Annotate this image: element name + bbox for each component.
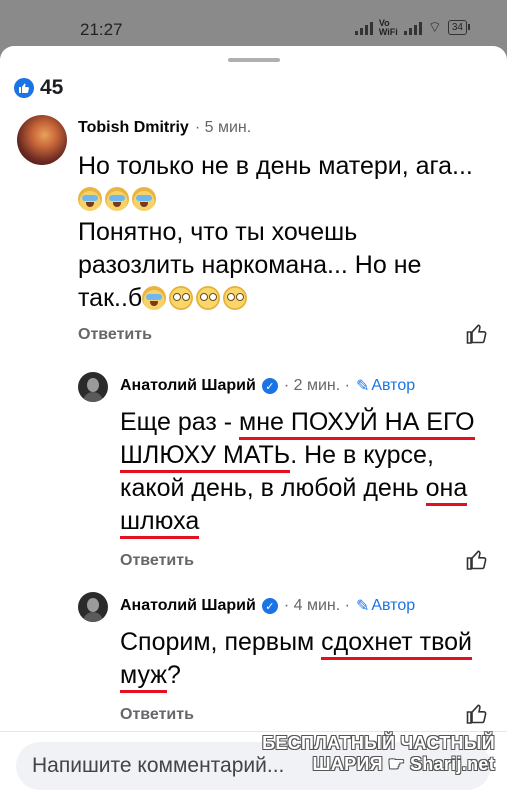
pencil-icon: ✎	[355, 598, 370, 615]
crying-face-icon	[105, 187, 129, 211]
underlined-segment: сдохнет твой	[321, 628, 472, 660]
comment-line: Но только не в день матери, ага...	[78, 152, 473, 180]
comments-sheet: 45 Tobish Dmitriy · 5 мин. Но только не …	[0, 46, 507, 800]
underlined-segment: шлюха	[120, 507, 200, 539]
comment-line: разозлить наркомана... Но не	[78, 251, 422, 279]
comment-header: Tobish Dmitriy · 5 мин.	[78, 119, 251, 137]
watermark-line: Sharij.net	[409, 754, 495, 774]
thumbs-up-icon[interactable]	[465, 702, 489, 726]
thumbs-up-icon[interactable]	[465, 322, 489, 346]
reaction-summary[interactable]: 45	[14, 76, 63, 100]
status-icons: Vo WiFi ⌔ 34	[354, 17, 471, 37]
underlined-segment: ШЛЮХУ МАТЬ	[120, 441, 291, 473]
reply-button[interactable]: Ответить	[120, 552, 194, 570]
reply-button[interactable]: Ответить	[120, 706, 194, 724]
emoji-row	[78, 183, 498, 216]
text-segment: какой день, в любой день	[120, 474, 426, 502]
comment-line-with-emoji: так..б	[78, 282, 498, 315]
like-icon	[14, 78, 34, 98]
comment-author[interactable]: Анатолий Шарий	[120, 597, 256, 615]
comment-time: · 5 мин.	[194, 119, 252, 136]
watermark-line: ШАРИЯ	[312, 754, 383, 774]
pointing-hand-icon: ☛	[388, 754, 405, 774]
author-badge-label: Автор	[371, 597, 416, 614]
underlined-segment: мне ПОХУЙ НА ЕГО	[239, 408, 475, 440]
underlined-segment: она	[425, 474, 468, 506]
author-badge: ✎ Автор	[356, 376, 415, 396]
verified-icon: ✓	[261, 598, 278, 614]
crying-face-icon	[132, 187, 156, 211]
signal-icon-2	[403, 21, 422, 35]
reaction-count: 45	[40, 76, 64, 99]
author-badge-label: Автор	[371, 377, 416, 394]
status-bar: 21:27 Vo WiFi ⌔ 34	[0, 0, 507, 46]
text-segment: Еще раз -	[120, 408, 240, 436]
watermark-line: БЕСПЛАТНЫЙ ЧАСТНЫЙ	[262, 733, 495, 753]
author-badge: ✎ Автор	[356, 596, 415, 616]
comment-author[interactable]: Tobish Dmitriy	[78, 119, 189, 137]
underlined-segment: муж	[120, 661, 167, 693]
comment-text: Но только не в день матери, ага... Понят…	[78, 150, 498, 315]
avatar[interactable]	[17, 115, 67, 165]
verified-icon: ✓	[261, 378, 278, 394]
comment-author[interactable]: Анатолий Шарий	[120, 377, 256, 395]
avatar[interactable]	[78, 372, 108, 402]
thumbs-up-icon[interactable]	[465, 548, 489, 572]
pencil-icon: ✎	[355, 378, 370, 395]
avatar[interactable]	[78, 592, 108, 622]
eye-roll-face-icon	[196, 286, 221, 310]
eye-roll-face-icon	[223, 286, 248, 310]
comment-time: · 4 мин. ·	[283, 597, 350, 614]
wifi-icon: ⌔	[427, 19, 442, 36]
comment-text: Спорим, первым сдохнет твой муж?	[120, 626, 500, 693]
crying-face-icon	[142, 286, 167, 310]
watermark: БЕСПЛАТНЫЙ ЧАСТНЫЙ ШАРИЯ ☛ Sharij.net	[262, 733, 495, 775]
eye-roll-face-icon	[169, 286, 194, 310]
reply-button[interactable]: Ответить	[78, 326, 152, 344]
signal-icon	[354, 21, 373, 35]
comment-time: · 2 мин. ·	[283, 377, 350, 394]
crying-face-icon	[78, 187, 102, 211]
vowifi-label: Vo WiFi	[378, 17, 398, 37]
comment-header: Анатолий Шарий ✓ · 2 мин. · ✎ Автор	[120, 376, 415, 396]
text-segment: Спорим, первым	[120, 628, 322, 656]
comment-line: Понятно, что ты хочешь	[78, 218, 358, 246]
comment-line: так..б	[78, 284, 143, 312]
drag-handle[interactable]	[228, 58, 280, 62]
comment-header: Анатолий Шарий ✓ · 4 мин. · ✎ Автор	[120, 596, 415, 616]
battery-icon: 34	[447, 20, 471, 35]
text-segment: ?	[166, 661, 181, 689]
text-segment: . Не в курсе,	[290, 441, 434, 469]
comment-text: Еще раз - мне ПОХУЙ НА ЕГО ШЛЮХУ МАТЬ. Н…	[120, 406, 500, 539]
comment-input-placeholder: Напишите комментарий...	[32, 754, 285, 777]
status-time: 21:27	[80, 20, 123, 39]
